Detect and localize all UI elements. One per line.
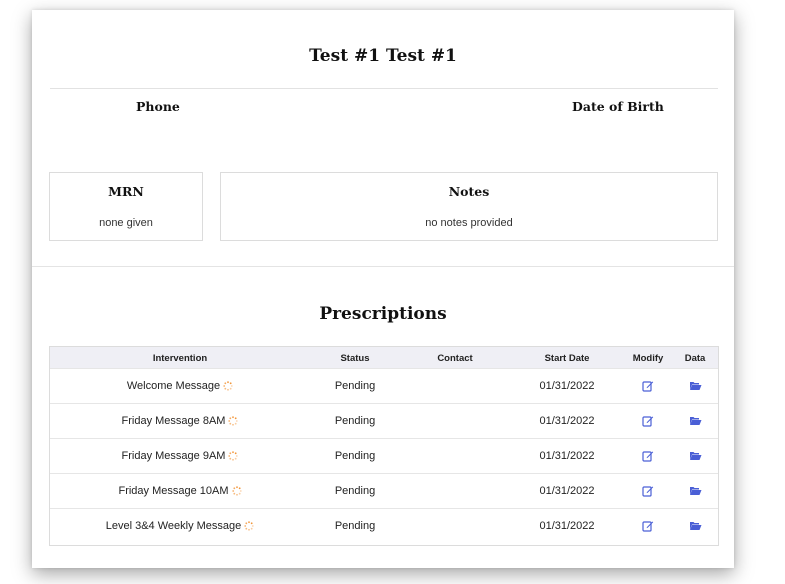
loading-spinner-icon (228, 451, 239, 464)
edit-icon[interactable] (641, 415, 655, 429)
status-cell: Pending (334, 380, 376, 392)
folder-open-icon[interactable] (688, 380, 702, 394)
data-cell (674, 450, 716, 464)
modify-cell (622, 485, 674, 500)
prescriptions-title: Prescriptions (319, 304, 447, 324)
status-cell: Pending (334, 450, 376, 462)
status-cell: Pending (334, 415, 376, 427)
modify-cell (622, 380, 674, 395)
loading-spinner-icon (223, 381, 233, 394)
table-row: Level 3&4 Weekly Message Pending 01/31/202… (50, 508, 718, 544)
intervention-cell: Friday Message 10AM (50, 485, 310, 499)
intervention-name: Friday Message 10AM (118, 485, 229, 497)
mrn-label: MRN (108, 184, 144, 199)
start-date-cell: 01/31/2022 (539, 415, 595, 427)
column-header-status: Status (340, 353, 370, 364)
modify-cell (622, 450, 674, 465)
loading-spinner-icon (231, 486, 242, 499)
start-date-cell: 01/31/2022 (539, 485, 595, 497)
intervention-name: Level 3&4 Weekly Message (105, 520, 242, 532)
mrn-box: MRN none given (49, 172, 203, 241)
status-cell: Pending (334, 520, 376, 532)
status-cell: Pending (334, 485, 376, 497)
prescriptions-table: Intervention Status Contact Start Date M… (49, 346, 719, 546)
start-date-cell: 01/31/2022 (539, 380, 595, 392)
table-row: Welcome Message Pending 01/31/2022 (50, 368, 718, 404)
modify-cell (622, 520, 674, 535)
loading-spinner-icon (244, 521, 254, 534)
data-cell (674, 380, 716, 394)
phone-label: Phone (136, 99, 180, 114)
edit-icon[interactable] (641, 380, 655, 394)
start-date-cell: 01/31/2022 (539, 520, 595, 532)
intervention-name: Friday Message 8AM (121, 415, 226, 427)
column-header-contact: Contact (437, 353, 473, 364)
notes-box: Notes no notes provided (220, 172, 718, 241)
column-header-data: Data (684, 353, 706, 364)
table-row: Friday Message 10AM Pending 01/31/2022 (50, 473, 718, 509)
column-header-modify: Modify (632, 353, 664, 364)
table-row: Friday Message 8AM Pending 01/31/2022 (50, 403, 718, 439)
column-header-start-date: Start Date (544, 353, 590, 364)
folder-open-icon[interactable] (688, 450, 702, 464)
table-header: Intervention Status Contact Start Date M… (50, 347, 718, 368)
folder-open-icon[interactable] (688, 485, 702, 499)
edit-icon[interactable] (641, 485, 655, 499)
data-cell (674, 520, 716, 534)
modify-cell (622, 415, 674, 430)
divider (50, 88, 718, 89)
intervention-cell: Friday Message 9AM (50, 450, 310, 464)
patient-card: Test #1 Test #1 Phone Date of Birth MRN … (32, 10, 734, 568)
notes-label: Notes (448, 184, 490, 199)
intervention-cell: Level 3&4 Weekly Message (50, 520, 310, 534)
patient-name: Test #1 Test #1 (309, 46, 457, 66)
data-cell (674, 415, 716, 429)
folder-open-icon[interactable] (688, 520, 702, 534)
date-of-birth-label: Date of Birth (572, 99, 664, 114)
column-header-intervention: Intervention (152, 353, 208, 364)
folder-open-icon[interactable] (688, 415, 702, 429)
edit-icon[interactable] (641, 520, 655, 534)
intervention-cell: Friday Message 8AM (50, 415, 310, 429)
intervention-name: Welcome Message (126, 380, 221, 392)
intervention-name: Friday Message 9AM (121, 450, 226, 462)
intervention-cell: Welcome Message (50, 380, 310, 394)
loading-spinner-icon (228, 416, 239, 429)
edit-icon[interactable] (641, 450, 655, 464)
start-date-cell: 01/31/2022 (539, 450, 595, 462)
mrn-value: none given (99, 217, 153, 229)
section-divider (32, 266, 734, 267)
notes-value: no notes provided (425, 217, 513, 229)
table-row: Friday Message 9AM Pending 01/31/2022 (50, 438, 718, 474)
data-cell (674, 485, 716, 499)
